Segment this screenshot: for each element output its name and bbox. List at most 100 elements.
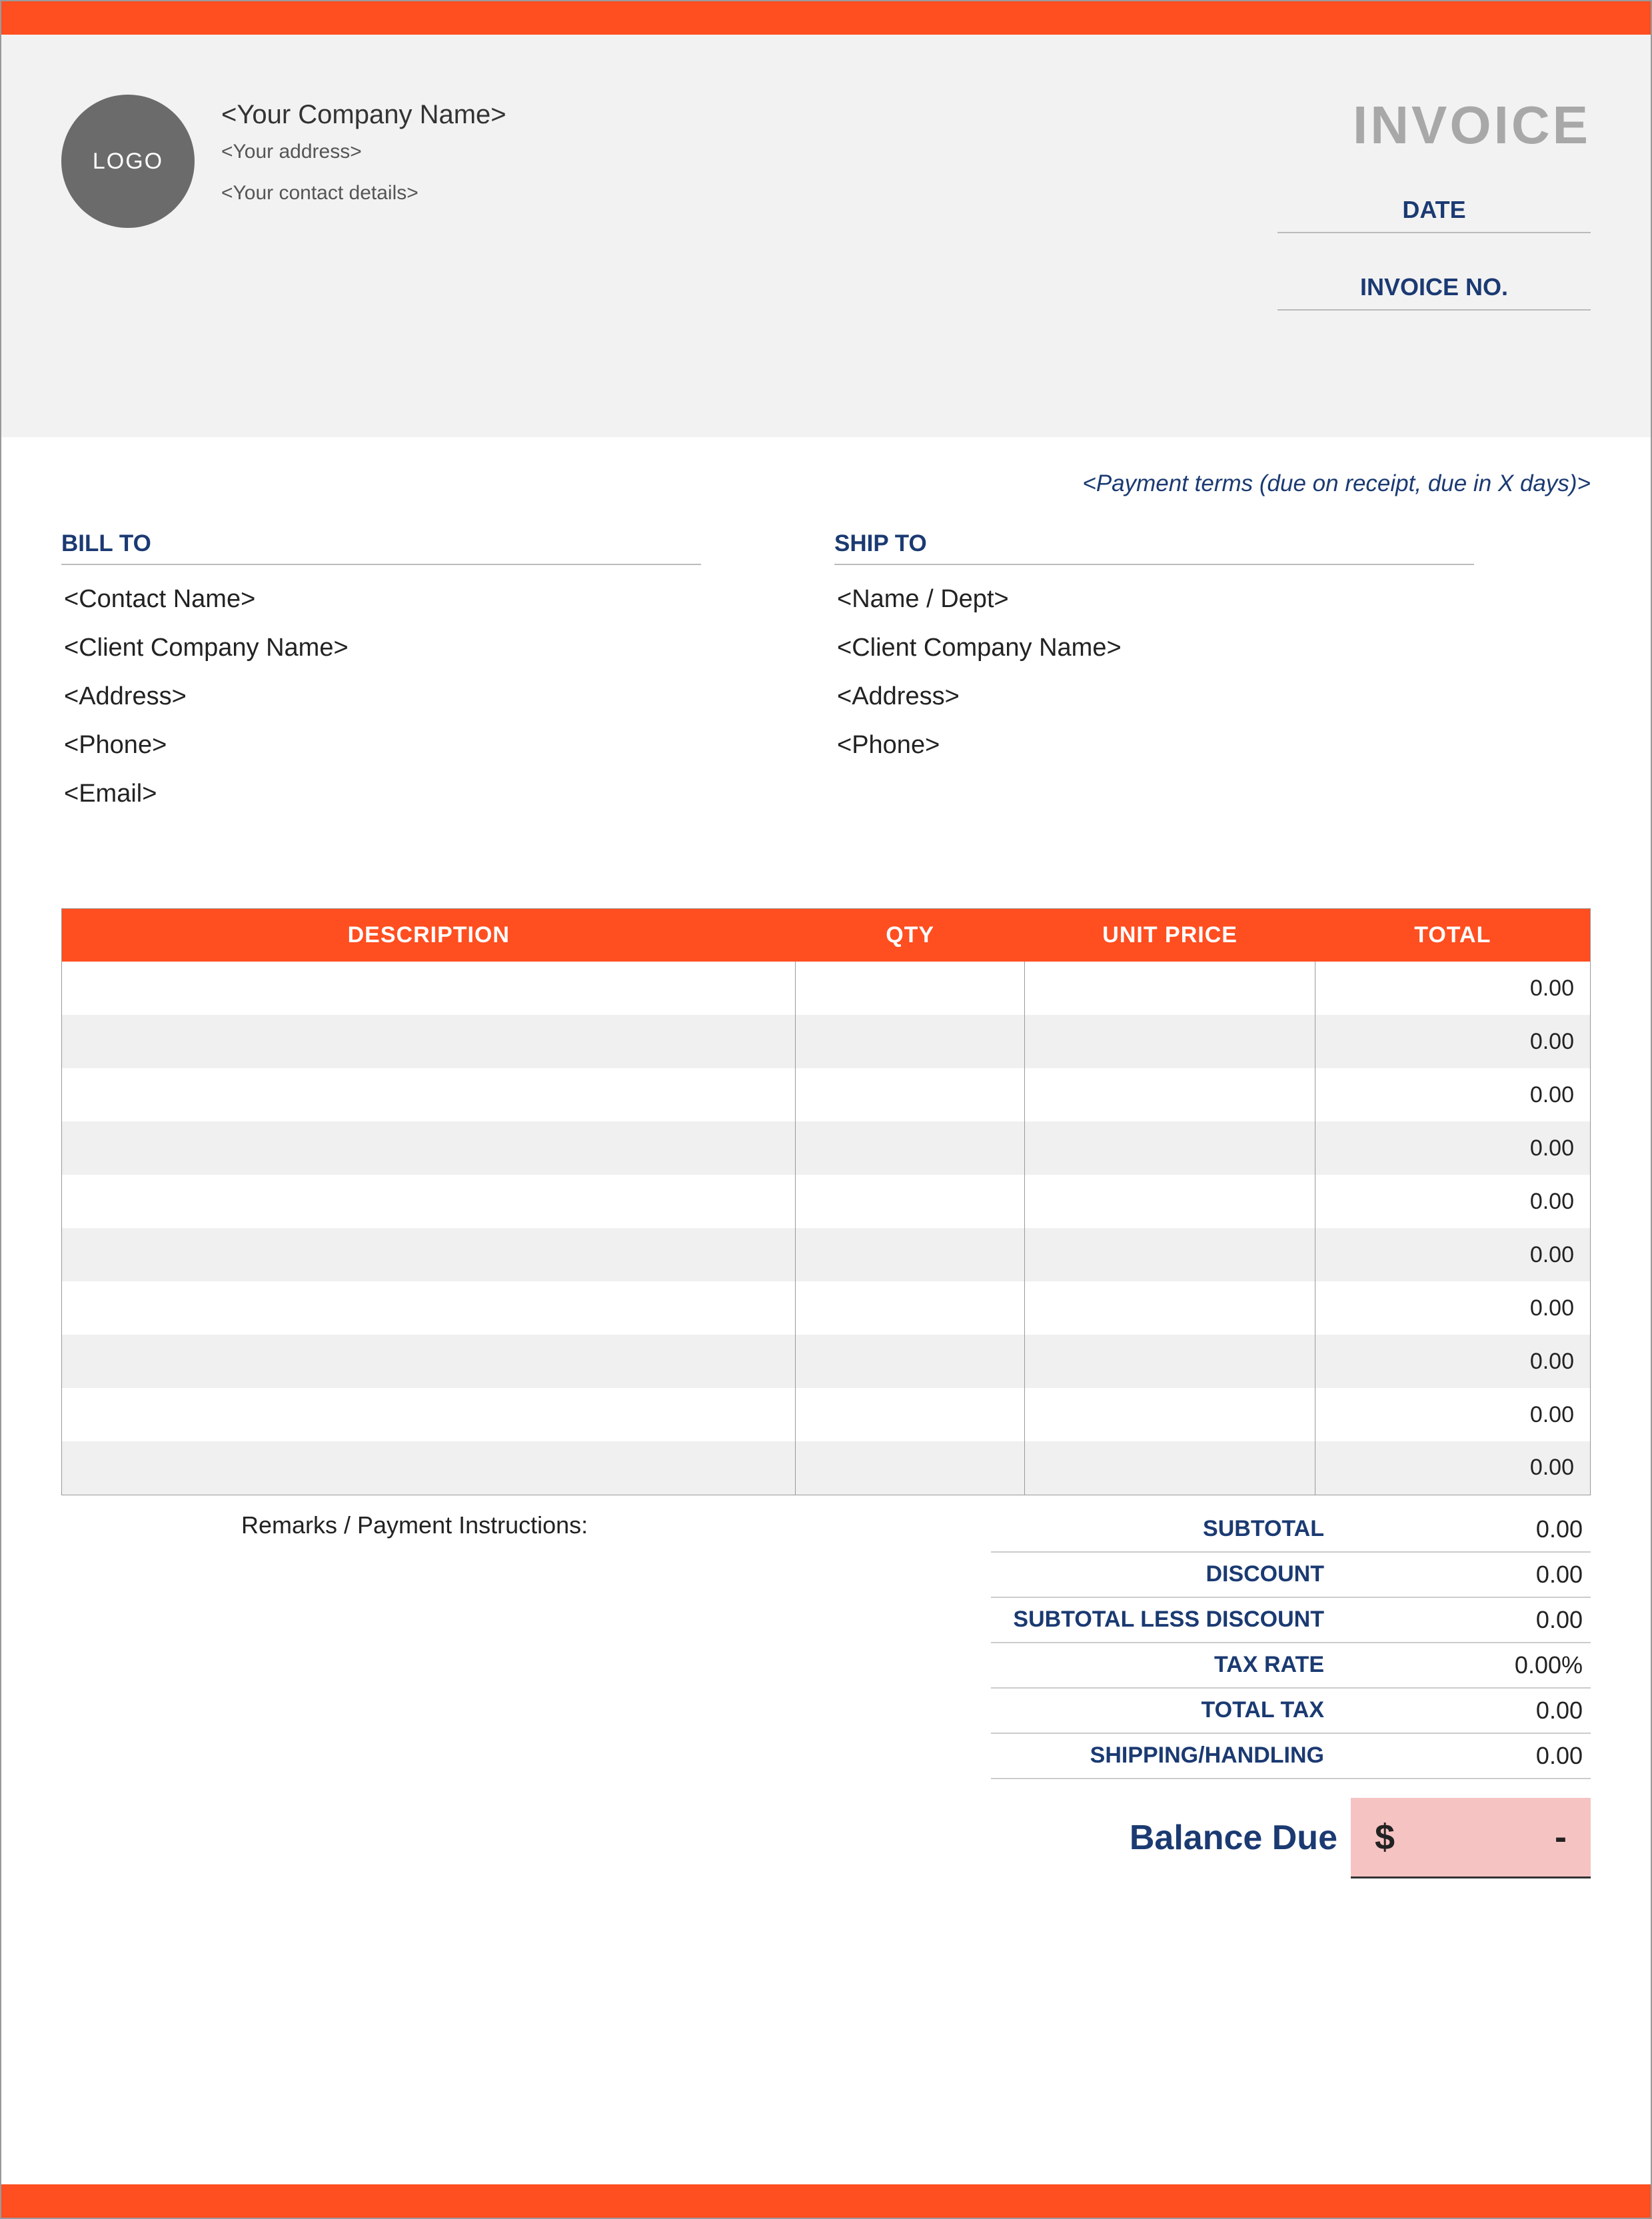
ship-to-heading: SHIP TO — [834, 530, 1474, 565]
table-row: 0.00 — [62, 1121, 1591, 1175]
cell-unit-price — [1025, 1228, 1315, 1281]
cell-qty — [796, 1121, 1025, 1175]
cell-description — [62, 1388, 796, 1441]
bottom-accent-bar — [1, 2184, 1651, 2218]
company-text: <Your Company Name> <Your address> <Your… — [221, 95, 506, 351]
shipping-label: SHIPPING/HANDLING — [991, 1743, 1351, 1769]
cell-qty — [796, 1228, 1025, 1281]
tax-rate-label: TAX RATE — [991, 1652, 1351, 1678]
cell-description — [62, 1175, 796, 1228]
discount-value: 0.00 — [1351, 1561, 1591, 1589]
cell-total: 0.00 — [1315, 1175, 1591, 1228]
table-row: 0.00 — [62, 1228, 1591, 1281]
company-address: <Your address> — [221, 141, 506, 163]
discount-row: DISCOUNT 0.00 — [991, 1553, 1591, 1598]
cell-description — [62, 1228, 796, 1281]
table-row: 0.00 — [62, 1281, 1591, 1335]
bill-to-phone: <Phone> — [61, 731, 701, 760]
cell-qty — [796, 1068, 1025, 1121]
table-row: 0.00 — [62, 1388, 1591, 1441]
ship-to-block: SHIP TO <Name / Dept> <Client Company Na… — [834, 530, 1474, 828]
cell-total: 0.00 — [1315, 1068, 1591, 1121]
cell-unit-price — [1025, 1068, 1315, 1121]
cell-description — [62, 1281, 796, 1335]
cell-total: 0.00 — [1315, 962, 1591, 1015]
cell-description — [62, 1441, 796, 1495]
cell-description — [62, 1068, 796, 1121]
balance-currency: $ — [1375, 1817, 1395, 1858]
top-accent-bar — [1, 1, 1651, 35]
cell-total: 0.00 — [1315, 1015, 1591, 1068]
below-table: Remarks / Payment Instructions: SUBTOTAL… — [61, 1507, 1591, 1878]
cell-total: 0.00 — [1315, 1121, 1591, 1175]
cell-description — [62, 1121, 796, 1175]
tax-rate-row: TAX RATE 0.00% — [991, 1643, 1591, 1689]
subtotal-less-discount-row: SUBTOTAL LESS DISCOUNT 0.00 — [991, 1598, 1591, 1643]
bill-to-email: <Email> — [61, 780, 701, 808]
payment-terms: <Payment terms (due on receipt, due in X… — [61, 470, 1591, 497]
cell-qty — [796, 1015, 1025, 1068]
addresses: BILL TO <Contact Name> <Client Company N… — [61, 530, 1591, 828]
cell-qty — [796, 1441, 1025, 1495]
bill-to-contact-name: <Contact Name> — [61, 585, 701, 614]
shipping-value: 0.00 — [1351, 1742, 1591, 1770]
table-row: 0.00 — [62, 1015, 1591, 1068]
company-contact: <Your contact details> — [221, 182, 506, 205]
balance-value: - — [1555, 1817, 1567, 1858]
invoice-no-label: INVOICE NO. — [1277, 273, 1591, 311]
items-header-row: DESCRIPTION QTY UNIT PRICE TOTAL — [62, 909, 1591, 962]
cell-unit-price — [1025, 1175, 1315, 1228]
subtotal-less-discount-label: SUBTOTAL LESS DISCOUNT — [991, 1607, 1351, 1633]
cell-unit-price — [1025, 1281, 1315, 1335]
balance-value-box: $ - — [1351, 1798, 1591, 1878]
ship-to-name: <Name / Dept> — [834, 585, 1474, 614]
col-description: DESCRIPTION — [62, 909, 796, 962]
cell-total: 0.00 — [1315, 1388, 1591, 1441]
items-table: DESCRIPTION QTY UNIT PRICE TOTAL 0.000.0… — [61, 908, 1591, 1495]
date-label: DATE — [1277, 196, 1591, 233]
bill-to-heading: BILL TO — [61, 530, 701, 565]
cell-qty — [796, 1388, 1025, 1441]
invoice-meta-block: INVOICE DATE INVOICE NO. — [1277, 95, 1591, 351]
cell-unit-price — [1025, 1335, 1315, 1388]
invoice-title: INVOICE — [1277, 95, 1591, 156]
cell-total: 0.00 — [1315, 1281, 1591, 1335]
cell-qty — [796, 962, 1025, 1015]
header-block: LOGO <Your Company Name> <Your address> … — [1, 35, 1651, 437]
cell-unit-price — [1025, 1441, 1315, 1495]
table-row: 0.00 — [62, 1068, 1591, 1121]
cell-description — [62, 1335, 796, 1388]
col-qty: QTY — [796, 909, 1025, 962]
subtotal-less-discount-value: 0.00 — [1351, 1606, 1591, 1634]
total-tax-row: TOTAL TAX 0.00 — [991, 1689, 1591, 1734]
cell-qty — [796, 1175, 1025, 1228]
bill-to-company: <Client Company Name> — [61, 634, 701, 662]
balance-label: Balance Due — [991, 1818, 1351, 1858]
subtotal-row: SUBTOTAL 0.00 — [991, 1507, 1591, 1553]
bill-to-block: BILL TO <Contact Name> <Client Company N… — [61, 530, 701, 828]
cell-description — [62, 1015, 796, 1068]
content: <Payment terms (due on receipt, due in X… — [1, 437, 1651, 1878]
cell-qty — [796, 1335, 1025, 1388]
cell-unit-price — [1025, 1121, 1315, 1175]
table-row: 0.00 — [62, 962, 1591, 1015]
ship-to-phone: <Phone> — [834, 731, 1474, 760]
logo-placeholder: LOGO — [61, 95, 195, 228]
discount-label: DISCOUNT — [991, 1561, 1351, 1587]
table-row: 0.00 — [62, 1175, 1591, 1228]
cell-unit-price — [1025, 1015, 1315, 1068]
bill-to-address: <Address> — [61, 682, 701, 711]
totals-block: SUBTOTAL 0.00 DISCOUNT 0.00 SUBTOTAL LES… — [991, 1507, 1591, 1878]
cell-unit-price — [1025, 1388, 1315, 1441]
cell-description — [62, 962, 796, 1015]
cell-total: 0.00 — [1315, 1335, 1591, 1388]
subtotal-label: SUBTOTAL — [991, 1516, 1351, 1542]
ship-to-address: <Address> — [834, 682, 1474, 711]
remarks-label: Remarks / Payment Instructions: — [61, 1507, 991, 1878]
company-name: <Your Company Name> — [221, 100, 506, 130]
balance-row: Balance Due $ - — [991, 1798, 1591, 1878]
tax-rate-value: 0.00% — [1351, 1651, 1591, 1679]
table-row: 0.00 — [62, 1441, 1591, 1495]
cell-total: 0.00 — [1315, 1441, 1591, 1495]
company-block: LOGO <Your Company Name> <Your address> … — [61, 95, 506, 351]
